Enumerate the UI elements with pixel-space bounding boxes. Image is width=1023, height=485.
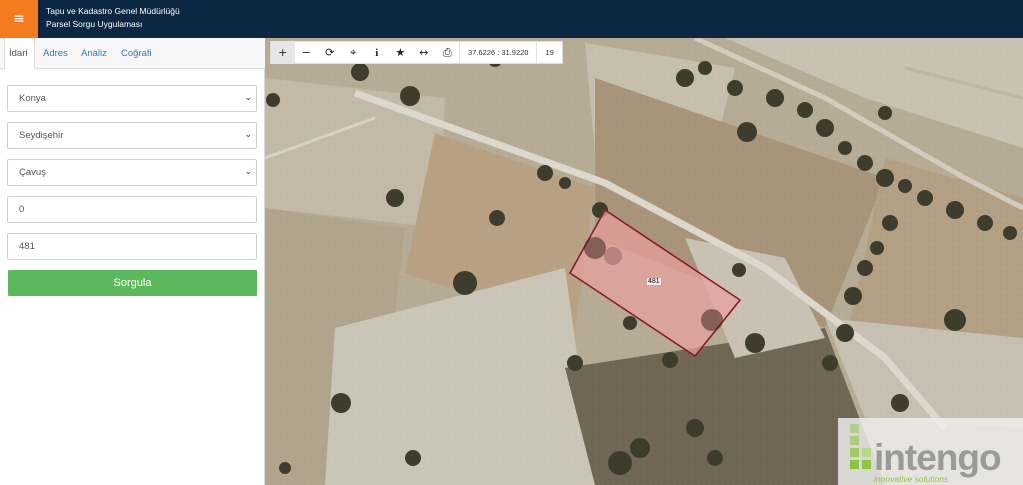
tab-analiz[interactable]: Analiz bbox=[77, 38, 111, 69]
app-title: Tapu ve Kadastro Genel Müdürlüğü Parsel … bbox=[46, 5, 180, 31]
logo-name: intengo bbox=[874, 437, 1002, 478]
minus-icon[interactable]: − bbox=[295, 41, 319, 64]
refresh-icon[interactable]: ⟳ bbox=[318, 41, 342, 64]
parcel-label: 481 bbox=[647, 278, 661, 285]
chevron-down-icon: ⌄ bbox=[244, 93, 252, 103]
zoom-level: 19 bbox=[536, 41, 561, 64]
block-input-value: 0 bbox=[19, 204, 25, 215]
tab-adres[interactable]: Adres bbox=[39, 38, 72, 69]
hamburger-icon: ≡ bbox=[13, 11, 25, 27]
logo-tagline: innovative solutions bbox=[874, 474, 949, 484]
info-icon[interactable]: i bbox=[365, 41, 389, 64]
app-header: ≡ Tapu ve Kadastro Genel Müdürlüğü Parse… bbox=[0, 0, 1023, 38]
tab-idari[interactable]: İdari bbox=[4, 38, 35, 70]
plus-icon[interactable]: + bbox=[271, 41, 295, 64]
parcel-input-value: 481 bbox=[19, 241, 35, 252]
menu-button[interactable]: ≡ bbox=[0, 0, 38, 38]
province-select-value: Konya bbox=[19, 93, 46, 104]
intengo-logo: intengo innovative solutions bbox=[838, 418, 1023, 485]
district-select[interactable]: Seydişehir ⌄ bbox=[7, 122, 257, 149]
app-title-line2: Parsel Sorgu Uygulaması bbox=[46, 19, 143, 29]
coordinate-readout: 37.6226 : 31.9220 bbox=[459, 41, 536, 64]
parcel-input[interactable]: 481 bbox=[7, 233, 257, 260]
chevron-down-icon: ⌄ bbox=[244, 130, 252, 140]
locate-icon[interactable]: ⌖ bbox=[342, 41, 366, 64]
print-icon[interactable]: ⎙ bbox=[436, 41, 460, 64]
block-input[interactable]: 0 bbox=[7, 196, 257, 223]
app-title-line1: Tapu ve Kadastro Genel Müdürlüğü bbox=[46, 6, 180, 16]
district-select-value: Seydişehir bbox=[19, 130, 64, 141]
sidebar: İdari Adres Analiz Coğrafi Konya ⌄ Seydi… bbox=[0, 38, 265, 485]
neighborhood-select[interactable]: Çavuş ⌄ bbox=[7, 159, 257, 186]
star-icon[interactable]: ★ bbox=[389, 41, 413, 64]
chevron-down-icon: ⌄ bbox=[244, 167, 252, 177]
measure-icon[interactable]: ↔ bbox=[412, 41, 436, 64]
neighborhood-select-value: Çavuş bbox=[19, 167, 46, 178]
tab-cografi[interactable]: Coğrafi bbox=[117, 38, 156, 69]
query-button[interactable]: Sorgula bbox=[8, 270, 257, 296]
province-select[interactable]: Konya ⌄ bbox=[7, 85, 257, 112]
map-toolbar: + − ⟳ ⌖ i ★ ↔ ⎙ 37.6226 : 31.9220 19 bbox=[270, 41, 563, 64]
tab-bar: İdari Adres Analiz Coğrafi bbox=[0, 38, 265, 70]
